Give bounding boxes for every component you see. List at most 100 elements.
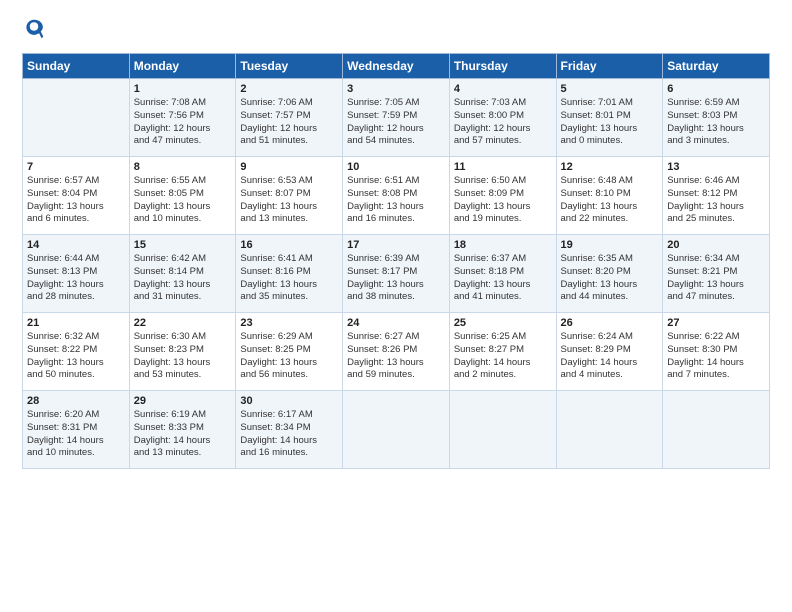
week-row-3: 14 Sunrise: 6:44 AMSunset: 8:13 PMDayligh… — [23, 235, 770, 313]
day-number: 14 — [27, 239, 125, 251]
day-number: 17 — [347, 239, 445, 251]
calendar-cell: 7 Sunrise: 6:57 AMSunset: 8:04 PMDaylight… — [23, 157, 130, 235]
calendar-cell: 27Sunrise: 6:22 AMSunset: 8:30 PMDayligh… — [663, 313, 770, 391]
cell-text: Sunrise: 6:59 AMSunset: 8:03 PMDaylight:… — [667, 97, 765, 148]
cell-text: Sunrise: 6:42 AMSunset: 8:14 PMDaylight:… — [134, 253, 232, 304]
cell-text: Sunrise: 6:20 AMSunset: 8:31 PMDaylight:… — [27, 409, 125, 460]
calendar-cell: 12 Sunrise: 6:48 AMSunset: 8:10 PMDayligh… — [556, 157, 663, 235]
header-row: SundayMondayTuesdayWednesdayThursdayFrid… — [23, 54, 770, 79]
calendar-table: SundayMondayTuesdayWednesdayThursdayFrid… — [22, 53, 770, 469]
logo — [22, 18, 48, 45]
calendar-cell: 5 Sunrise: 7:01 AMSunset: 8:01 PMDaylight… — [556, 79, 663, 157]
calendar-cell: 26Sunrise: 6:24 AMSunset: 8:29 PMDayligh… — [556, 313, 663, 391]
calendar-cell: 6 Sunrise: 6:59 AMSunset: 8:03 PMDaylight… — [663, 79, 770, 157]
cell-text: Sunrise: 6:50 AMSunset: 8:09 PMDaylight:… — [454, 175, 552, 226]
day-number: 18 — [454, 239, 552, 251]
week-row-4: 21Sunrise: 6:32 AMSunset: 8:22 PMDayligh… — [23, 313, 770, 391]
cell-text: Sunrise: 6:57 AMSunset: 8:04 PMDaylight:… — [27, 175, 125, 226]
calendar-cell: 9 Sunrise: 6:53 AMSunset: 8:07 PMDaylight… — [236, 157, 343, 235]
calendar-cell: 30 Sunrise: 6:17 AMSunset: 8:34 PMDayligh… — [236, 391, 343, 469]
cell-text: Sunrise: 6:27 AMSunset: 8:26 PMDaylight:… — [347, 331, 445, 382]
day-number: 5 — [561, 83, 659, 95]
calendar-cell: 28 Sunrise: 6:20 AMSunset: 8:31 PMDayligh… — [23, 391, 130, 469]
column-header-thursday: Thursday — [449, 54, 556, 79]
calendar-cell: 24 Sunrise: 6:27 AMSunset: 8:26 PMDayligh… — [343, 313, 450, 391]
day-number: 22 — [134, 317, 232, 329]
day-number: 1 — [134, 83, 232, 95]
calendar-cell: 2 Sunrise: 7:06 AMSunset: 7:57 PMDaylight… — [236, 79, 343, 157]
day-number: 8 — [134, 161, 232, 173]
day-number: 27 — [667, 317, 765, 329]
calendar-cell — [556, 391, 663, 469]
day-number: 25 — [454, 317, 552, 329]
column-header-wednesday: Wednesday — [343, 54, 450, 79]
cell-text: Sunrise: 6:51 AMSunset: 8:08 PMDaylight:… — [347, 175, 445, 226]
day-number: 2 — [240, 83, 338, 95]
calendar-cell: 17 Sunrise: 6:39 AMSunset: 8:17 PMDayligh… — [343, 235, 450, 313]
day-number: 6 — [667, 83, 765, 95]
day-number: 19 — [561, 239, 659, 251]
cell-text: Sunrise: 6:41 AMSunset: 8:16 PMDaylight:… — [240, 253, 338, 304]
cell-text: Sunrise: 6:39 AMSunset: 8:17 PMDaylight:… — [347, 253, 445, 304]
column-header-sunday: Sunday — [23, 54, 130, 79]
calendar-cell: 11Sunrise: 6:50 AMSunset: 8:09 PMDayligh… — [449, 157, 556, 235]
cell-text: Sunrise: 6:48 AMSunset: 8:10 PMDaylight:… — [561, 175, 659, 226]
cell-text: Sunrise: 6:24 AMSunset: 8:29 PMDaylight:… — [561, 331, 659, 382]
header — [22, 18, 770, 45]
cell-text: Sunrise: 6:44 AMSunset: 8:13 PMDaylight:… — [27, 253, 125, 304]
day-number: 3 — [347, 83, 445, 95]
day-number: 16 — [240, 239, 338, 251]
calendar-cell: 14 Sunrise: 6:44 AMSunset: 8:13 PMDayligh… — [23, 235, 130, 313]
calendar-cell: 19 Sunrise: 6:35 AMSunset: 8:20 PMDayligh… — [556, 235, 663, 313]
cell-text: Sunrise: 6:53 AMSunset: 8:07 PMDaylight:… — [240, 175, 338, 226]
calendar-cell: 3 Sunrise: 7:05 AMSunset: 7:59 PMDaylight… — [343, 79, 450, 157]
week-row-5: 28 Sunrise: 6:20 AMSunset: 8:31 PMDayligh… — [23, 391, 770, 469]
day-number: 28 — [27, 395, 125, 407]
cell-text: Sunrise: 6:32 AMSunset: 8:22 PMDaylight:… — [27, 331, 125, 382]
cell-text: Sunrise: 6:55 AMSunset: 8:05 PMDaylight:… — [134, 175, 232, 226]
cell-text: Sunrise: 7:05 AMSunset: 7:59 PMDaylight:… — [347, 97, 445, 148]
calendar-cell: 21Sunrise: 6:32 AMSunset: 8:22 PMDayligh… — [23, 313, 130, 391]
day-number: 20 — [667, 239, 765, 251]
calendar-cell: 10 Sunrise: 6:51 AMSunset: 8:08 PMDayligh… — [343, 157, 450, 235]
calendar-cell — [663, 391, 770, 469]
calendar-cell: 16 Sunrise: 6:41 AMSunset: 8:16 PMDayligh… — [236, 235, 343, 313]
calendar-cell: 22Sunrise: 6:30 AMSunset: 8:23 PMDayligh… — [129, 313, 236, 391]
logo-icon — [24, 18, 44, 40]
week-row-1: 1Sunrise: 7:08 AMSunset: 7:56 PMDaylight… — [23, 79, 770, 157]
calendar-cell — [449, 391, 556, 469]
day-number: 9 — [240, 161, 338, 173]
calendar-cell: 29Sunrise: 6:19 AMSunset: 8:33 PMDayligh… — [129, 391, 236, 469]
calendar-cell: 8 Sunrise: 6:55 AMSunset: 8:05 PMDaylight… — [129, 157, 236, 235]
cell-text: Sunrise: 6:37 AMSunset: 8:18 PMDaylight:… — [454, 253, 552, 304]
cell-text: Sunrise: 6:29 AMSunset: 8:25 PMDaylight:… — [240, 331, 338, 382]
cell-text: Sunrise: 7:01 AMSunset: 8:01 PMDaylight:… — [561, 97, 659, 148]
day-number: 7 — [27, 161, 125, 173]
calendar-cell: 4 Sunrise: 7:03 AMSunset: 8:00 PMDaylight… — [449, 79, 556, 157]
calendar-cell: 20 Sunrise: 6:34 AMSunset: 8:21 PMDayligh… — [663, 235, 770, 313]
column-header-tuesday: Tuesday — [236, 54, 343, 79]
day-number: 24 — [347, 317, 445, 329]
day-number: 29 — [134, 395, 232, 407]
day-number: 12 — [561, 161, 659, 173]
cell-text: Sunrise: 6:25 AMSunset: 8:27 PMDaylight:… — [454, 331, 552, 382]
column-header-monday: Monday — [129, 54, 236, 79]
column-header-friday: Friday — [556, 54, 663, 79]
calendar-cell: 1Sunrise: 7:08 AMSunset: 7:56 PMDaylight… — [129, 79, 236, 157]
week-row-2: 7 Sunrise: 6:57 AMSunset: 8:04 PMDaylight… — [23, 157, 770, 235]
cell-text: Sunrise: 6:34 AMSunset: 8:21 PMDaylight:… — [667, 253, 765, 304]
cell-text: Sunrise: 6:35 AMSunset: 8:20 PMDaylight:… — [561, 253, 659, 304]
calendar-cell: 23 Sunrise: 6:29 AMSunset: 8:25 PMDayligh… — [236, 313, 343, 391]
day-number: 15 — [134, 239, 232, 251]
day-number: 10 — [347, 161, 445, 173]
cell-text: Sunrise: 7:03 AMSunset: 8:00 PMDaylight:… — [454, 97, 552, 148]
page: SundayMondayTuesdayWednesdayThursdayFrid… — [0, 0, 792, 612]
calendar-cell: 18 Sunrise: 6:37 AMSunset: 8:18 PMDayligh… — [449, 235, 556, 313]
calendar-cell — [343, 391, 450, 469]
calendar-cell: 13Sunrise: 6:46 AMSunset: 8:12 PMDayligh… — [663, 157, 770, 235]
day-number: 30 — [240, 395, 338, 407]
cell-text: Sunrise: 7:06 AMSunset: 7:57 PMDaylight:… — [240, 97, 338, 148]
day-number: 23 — [240, 317, 338, 329]
day-number: 4 — [454, 83, 552, 95]
cell-text: Sunrise: 6:17 AMSunset: 8:34 PMDaylight:… — [240, 409, 338, 460]
